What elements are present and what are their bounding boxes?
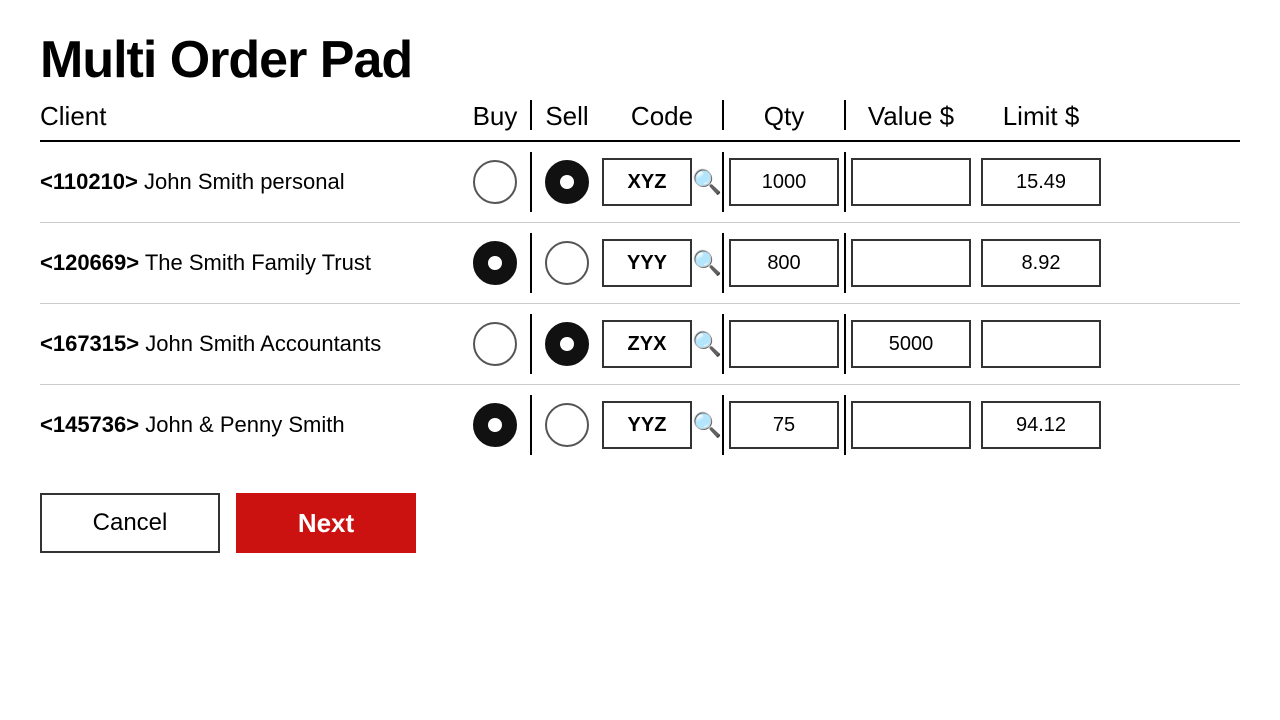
search-icon-3[interactable]: 🔍	[692, 411, 722, 440]
table-row: <120669> The Smith Family Trust 🔍	[40, 223, 1240, 304]
sell-radio-cell-2[interactable]	[532, 322, 602, 366]
search-icon-cell-1[interactable]: 🔍	[692, 249, 722, 278]
value-input-2[interactable]	[851, 320, 971, 368]
header-code: Code	[602, 101, 722, 132]
action-buttons: Cancel Next	[40, 493, 1240, 553]
table-header: Client Buy Sell Code Qty Value $ Limit $	[40, 100, 1240, 142]
limit-input-3[interactable]	[981, 401, 1101, 449]
buy-radio-0[interactable]	[473, 160, 517, 204]
header-qty: Qty	[724, 101, 844, 132]
sell-radio-1[interactable]	[545, 241, 589, 285]
value-input-1[interactable]	[851, 239, 971, 287]
buy-radio-cell-3[interactable]	[460, 403, 530, 447]
value-input-3[interactable]	[851, 401, 971, 449]
search-icon-2[interactable]: 🔍	[692, 330, 722, 359]
client-name-3: John & Penny Smith	[145, 412, 344, 437]
client-name-0: John Smith personal	[144, 169, 345, 194]
client-cell-2: <167315> John Smith Accountants	[40, 331, 460, 357]
code-cell-3[interactable]	[602, 401, 692, 449]
account-id-0: <110210>	[40, 169, 138, 194]
limit-cell-1[interactable]	[976, 239, 1106, 287]
client-name-2: John Smith Accountants	[145, 331, 381, 356]
search-icon-1[interactable]: 🔍	[692, 249, 722, 278]
buy-radio-cell-1[interactable]	[460, 241, 530, 285]
header-sell: Sell	[532, 101, 602, 132]
code-input-3[interactable]	[602, 401, 692, 449]
search-icon-cell-2[interactable]: 🔍	[692, 330, 722, 359]
qty-cell-0[interactable]	[724, 158, 844, 206]
search-icon-cell-3[interactable]: 🔍	[692, 411, 722, 440]
qty-input-0[interactable]	[729, 158, 839, 206]
limit-input-1[interactable]	[981, 239, 1101, 287]
sell-radio-2[interactable]	[545, 322, 589, 366]
value-cell-1[interactable]	[846, 239, 976, 287]
buy-radio-1[interactable]	[473, 241, 517, 285]
qty-cell-3[interactable]	[724, 401, 844, 449]
account-id-2: <167315>	[40, 331, 139, 356]
limit-cell-0[interactable]	[976, 158, 1106, 206]
limit-cell-2[interactable]	[976, 320, 1106, 368]
value-cell-2[interactable]	[846, 320, 976, 368]
header-client: Client	[40, 101, 460, 132]
limit-input-0[interactable]	[981, 158, 1101, 206]
qty-input-3[interactable]	[729, 401, 839, 449]
buy-radio-cell-0[interactable]	[460, 160, 530, 204]
buy-radio-cell-2[interactable]	[460, 322, 530, 366]
code-cell-0[interactable]	[602, 158, 692, 206]
table-row: <110210> John Smith personal 🔍	[40, 142, 1240, 223]
limit-cell-3[interactable]	[976, 401, 1106, 449]
sell-radio-3[interactable]	[545, 403, 589, 447]
cancel-button[interactable]: Cancel	[40, 493, 220, 553]
table-body: <110210> John Smith personal 🔍	[40, 142, 1240, 465]
sell-radio-cell-0[interactable]	[532, 160, 602, 204]
qty-cell-2[interactable]	[724, 320, 844, 368]
header-buy: Buy	[460, 101, 530, 132]
page-title: Multi Order Pad	[40, 30, 1240, 90]
code-input-1[interactable]	[602, 239, 692, 287]
header-limit: Limit $	[976, 101, 1106, 132]
client-name-1: The Smith Family Trust	[145, 250, 371, 275]
value-cell-3[interactable]	[846, 401, 976, 449]
code-cell-2[interactable]	[602, 320, 692, 368]
next-button[interactable]: Next	[236, 493, 416, 553]
table-row: <145736> John & Penny Smith 🔍	[40, 385, 1240, 465]
account-id-1: <120669>	[40, 250, 139, 275]
client-cell-3: <145736> John & Penny Smith	[40, 412, 460, 438]
code-input-0[interactable]	[602, 158, 692, 206]
header-value: Value $	[846, 101, 976, 132]
table-row: <167315> John Smith Accountants 🔍	[40, 304, 1240, 385]
limit-input-2[interactable]	[981, 320, 1101, 368]
value-input-0[interactable]	[851, 158, 971, 206]
order-table: Client Buy Sell Code Qty Value $ Limit $…	[40, 100, 1240, 465]
sell-radio-0[interactable]	[545, 160, 589, 204]
client-cell-1: <120669> The Smith Family Trust	[40, 250, 460, 276]
code-cell-1[interactable]	[602, 239, 692, 287]
sell-radio-cell-3[interactable]	[532, 403, 602, 447]
sell-radio-cell-1[interactable]	[532, 241, 602, 285]
qty-cell-1[interactable]	[724, 239, 844, 287]
search-icon-cell-0[interactable]: 🔍	[692, 168, 722, 197]
client-cell-0: <110210> John Smith personal	[40, 169, 460, 195]
account-id-3: <145736>	[40, 412, 139, 437]
value-cell-0[interactable]	[846, 158, 976, 206]
qty-input-1[interactable]	[729, 239, 839, 287]
code-input-2[interactable]	[602, 320, 692, 368]
search-icon-0[interactable]: 🔍	[692, 168, 722, 197]
buy-radio-2[interactable]	[473, 322, 517, 366]
buy-radio-3[interactable]	[473, 403, 517, 447]
qty-input-2[interactable]	[729, 320, 839, 368]
